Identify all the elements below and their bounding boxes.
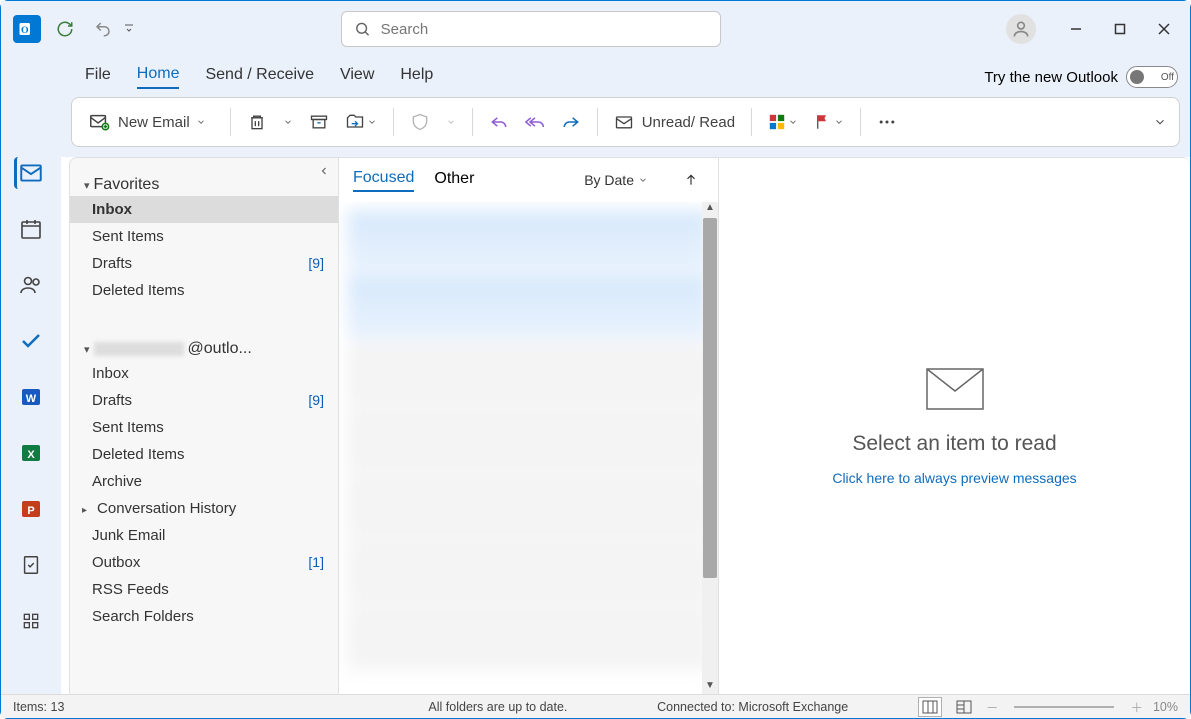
flag-button[interactable] (808, 105, 850, 139)
other-tab[interactable]: Other (434, 170, 474, 191)
folder-drafts[interactable]: Drafts[9] (70, 387, 338, 414)
delete-button[interactable] (241, 105, 273, 139)
envelope-icon (926, 368, 984, 410)
delete-dropdown[interactable] (277, 105, 299, 139)
folder-outbox[interactable]: Outbox[1] (70, 549, 338, 576)
rail-word-icon[interactable]: W (15, 381, 47, 413)
move-button[interactable] (339, 105, 383, 139)
zoom-out-button[interactable]: － (986, 697, 999, 716)
rail-people-icon[interactable] (15, 269, 47, 301)
status-sync: All folders are up to date. (428, 700, 567, 714)
search-box[interactable] (341, 11, 721, 47)
always-preview-link[interactable]: Click here to always preview messages (832, 470, 1076, 486)
folder-inbox[interactable]: Inbox (70, 196, 338, 223)
status-bar: Items: 13 All folders are up to date. Co… (1, 694, 1190, 718)
try-new-outlook-label: Try the new Outlook (984, 69, 1118, 86)
more-commands-button[interactable] (871, 105, 903, 139)
reply-button[interactable] (483, 105, 515, 139)
tab-home[interactable]: Home (137, 65, 180, 89)
tab-file[interactable]: File (85, 66, 111, 88)
status-connection: Connected to: Microsoft Exchange (657, 700, 848, 714)
folder-drafts[interactable]: Drafts[9] (70, 250, 338, 277)
zoom-in-button[interactable]: ＋ (1130, 697, 1143, 716)
maximize-button[interactable] (1098, 7, 1142, 51)
reading-empty-title: Select an item to read (852, 432, 1056, 456)
folder-pane: ▾ Favorites InboxSent ItemsDrafts[9]Dele… (69, 157, 339, 696)
rail-more-apps-icon[interactable] (15, 605, 47, 637)
tab-view[interactable]: View (340, 66, 374, 88)
categorize-button[interactable] (762, 105, 804, 139)
account-avatar[interactable] (1006, 14, 1036, 44)
focused-tab[interactable]: Focused (353, 169, 414, 192)
rail-mail-icon[interactable] (14, 157, 46, 189)
try-new-outlook-toggle[interactable]: Off (1126, 66, 1178, 88)
unread-read-button[interactable]: Unread/ Read (608, 105, 741, 139)
search-input[interactable] (381, 21, 708, 38)
archive-button[interactable] (303, 105, 335, 139)
undo-icon[interactable] (89, 15, 117, 43)
qat-customize-icon[interactable] (123, 21, 141, 37)
rail-notes-icon[interactable] (15, 549, 47, 581)
forward-button[interactable] (555, 105, 587, 139)
svg-text:O: O (21, 25, 29, 36)
ribbon: New Email Unread/ Read (71, 97, 1180, 147)
status-item-count: Items: 13 (13, 700, 64, 714)
rail-powerpoint-icon[interactable]: P (15, 493, 47, 525)
reply-all-button[interactable] (519, 105, 551, 139)
folder-sent-items[interactable]: Sent Items (70, 414, 338, 441)
folder-archive[interactable]: Archive (70, 468, 338, 495)
svg-text:X: X (27, 449, 35, 461)
scroll-thumb[interactable] (703, 218, 717, 578)
folder-deleted-items[interactable]: Deleted Items (70, 441, 338, 468)
folder-deleted-items[interactable]: Deleted Items (70, 277, 338, 304)
zoom-slider[interactable] (1014, 706, 1114, 708)
folder-conversation-history[interactable]: ▸Conversation History (70, 495, 338, 522)
svg-text:P: P (27, 505, 34, 517)
view-reading-icon[interactable] (952, 697, 976, 717)
collapse-folders-icon[interactable] (318, 164, 330, 180)
rail-calendar-icon[interactable] (15, 213, 47, 245)
tab-send-receive[interactable]: Send / Receive (205, 66, 314, 88)
tab-help[interactable]: Help (400, 66, 433, 88)
chevron-down-icon: ▾ (84, 179, 90, 192)
minimize-button[interactable] (1054, 7, 1098, 51)
scroll-up-icon[interactable]: ▲ (702, 202, 718, 218)
new-email-button[interactable]: New Email (82, 105, 220, 139)
folder-rss-feeds[interactable]: RSS Feeds (70, 576, 338, 603)
outlook-app-icon: O (13, 15, 41, 43)
sync-icon[interactable] (51, 15, 79, 43)
message-list-blurred (339, 202, 718, 680)
scrollbar[interactable]: ▲ ▼ (702, 202, 718, 696)
folder-search-folders[interactable]: Search Folders (70, 603, 338, 630)
folder-junk-email[interactable]: Junk Email (70, 522, 338, 549)
reading-pane: Select an item to read Click here to alw… (719, 157, 1190, 696)
message-list-pane: Focused Other By Date ▲ ▼ (339, 157, 719, 696)
rail-todo-icon[interactable] (15, 325, 47, 357)
close-button[interactable] (1142, 7, 1186, 51)
zoom-level[interactable]: 10% (1153, 700, 1178, 714)
sort-direction-icon[interactable] (678, 163, 704, 197)
left-rail: W X P (1, 157, 61, 696)
favorites-group[interactable]: ▾ Favorites (70, 158, 338, 196)
folder-sent-items[interactable]: Sent Items (70, 223, 338, 250)
folder-inbox[interactable]: Inbox (70, 360, 338, 387)
chevron-down-icon: ▾ (84, 343, 90, 356)
title-bar: O (1, 1, 1190, 57)
rail-excel-icon[interactable]: X (15, 437, 47, 469)
svg-text:W: W (26, 393, 37, 405)
ribbon-tabs: File Home Send / Receive View Help Try t… (1, 57, 1190, 97)
junk-shield-button[interactable] (404, 105, 436, 139)
sort-by-date[interactable]: By Date (584, 172, 648, 188)
junk-dropdown[interactable] (440, 105, 462, 139)
account-group[interactable]: ▾ @outlo... (70, 322, 338, 360)
view-normal-icon[interactable] (918, 697, 942, 717)
ribbon-expand-button[interactable] (1147, 105, 1173, 139)
